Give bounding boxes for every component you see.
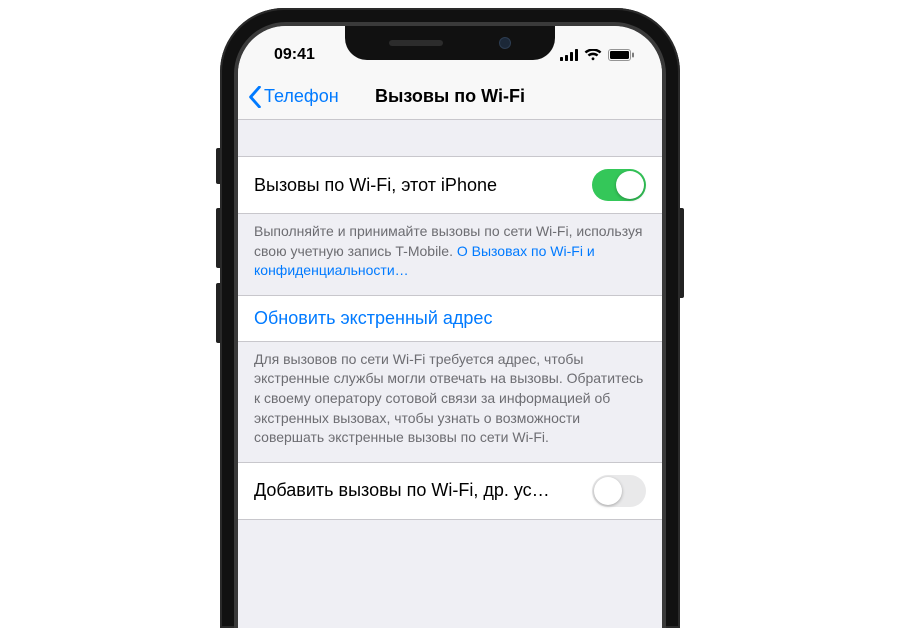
wifi-calling-this-iphone-row[interactable]: Вызовы по Wi-Fi, этот iPhone xyxy=(238,156,662,214)
update-emergency-address-row[interactable]: Обновить экстренный адрес xyxy=(238,295,662,342)
notch xyxy=(345,26,555,60)
volume-down-button xyxy=(216,283,220,343)
side-button xyxy=(680,208,684,298)
row-label: Вызовы по Wi-Fi, этот iPhone xyxy=(254,175,497,196)
status-time: 09:41 xyxy=(274,46,315,64)
screen: 09:41 xyxy=(238,26,662,628)
back-label: Телефон xyxy=(264,86,339,107)
battery-icon xyxy=(608,49,634,61)
status-icons xyxy=(560,49,634,61)
chevron-left-icon xyxy=(248,86,262,108)
cellular-icon xyxy=(560,49,578,61)
row-label: Обновить экстренный адрес xyxy=(254,308,492,329)
wifi-calling-footer: Выполняйте и принимайте вызовы по сети W… xyxy=(238,214,662,295)
emergency-address-footer: Для вызовов по сети Wi-Fi требуется адре… xyxy=(238,342,662,462)
other-devices-toggle[interactable] xyxy=(592,475,646,507)
add-wifi-calling-other-devices-row[interactable]: Добавить вызовы по Wi-Fi, др. ус… xyxy=(238,462,662,520)
settings-content: Вызовы по Wi-Fi, этот iPhone Выполняйте … xyxy=(238,120,662,520)
wifi-icon xyxy=(584,49,602,61)
mute-switch xyxy=(216,148,220,184)
back-button[interactable]: Телефон xyxy=(248,86,339,108)
wifi-calling-toggle[interactable] xyxy=(592,169,646,201)
row-label: Добавить вызовы по Wi-Fi, др. ус… xyxy=(254,480,550,501)
nav-bar: Телефон Вызовы по Wi-Fi xyxy=(238,74,662,120)
speaker xyxy=(389,40,443,46)
phone-frame: 09:41 xyxy=(220,8,680,628)
page-title: Вызовы по Wi-Fi xyxy=(375,86,525,107)
toggle-knob xyxy=(616,171,644,199)
toggle-knob xyxy=(594,477,622,505)
front-camera xyxy=(499,37,511,49)
footer-text: Для вызовов по сети Wi-Fi требуется адре… xyxy=(254,351,643,445)
volume-up-button xyxy=(216,208,220,268)
